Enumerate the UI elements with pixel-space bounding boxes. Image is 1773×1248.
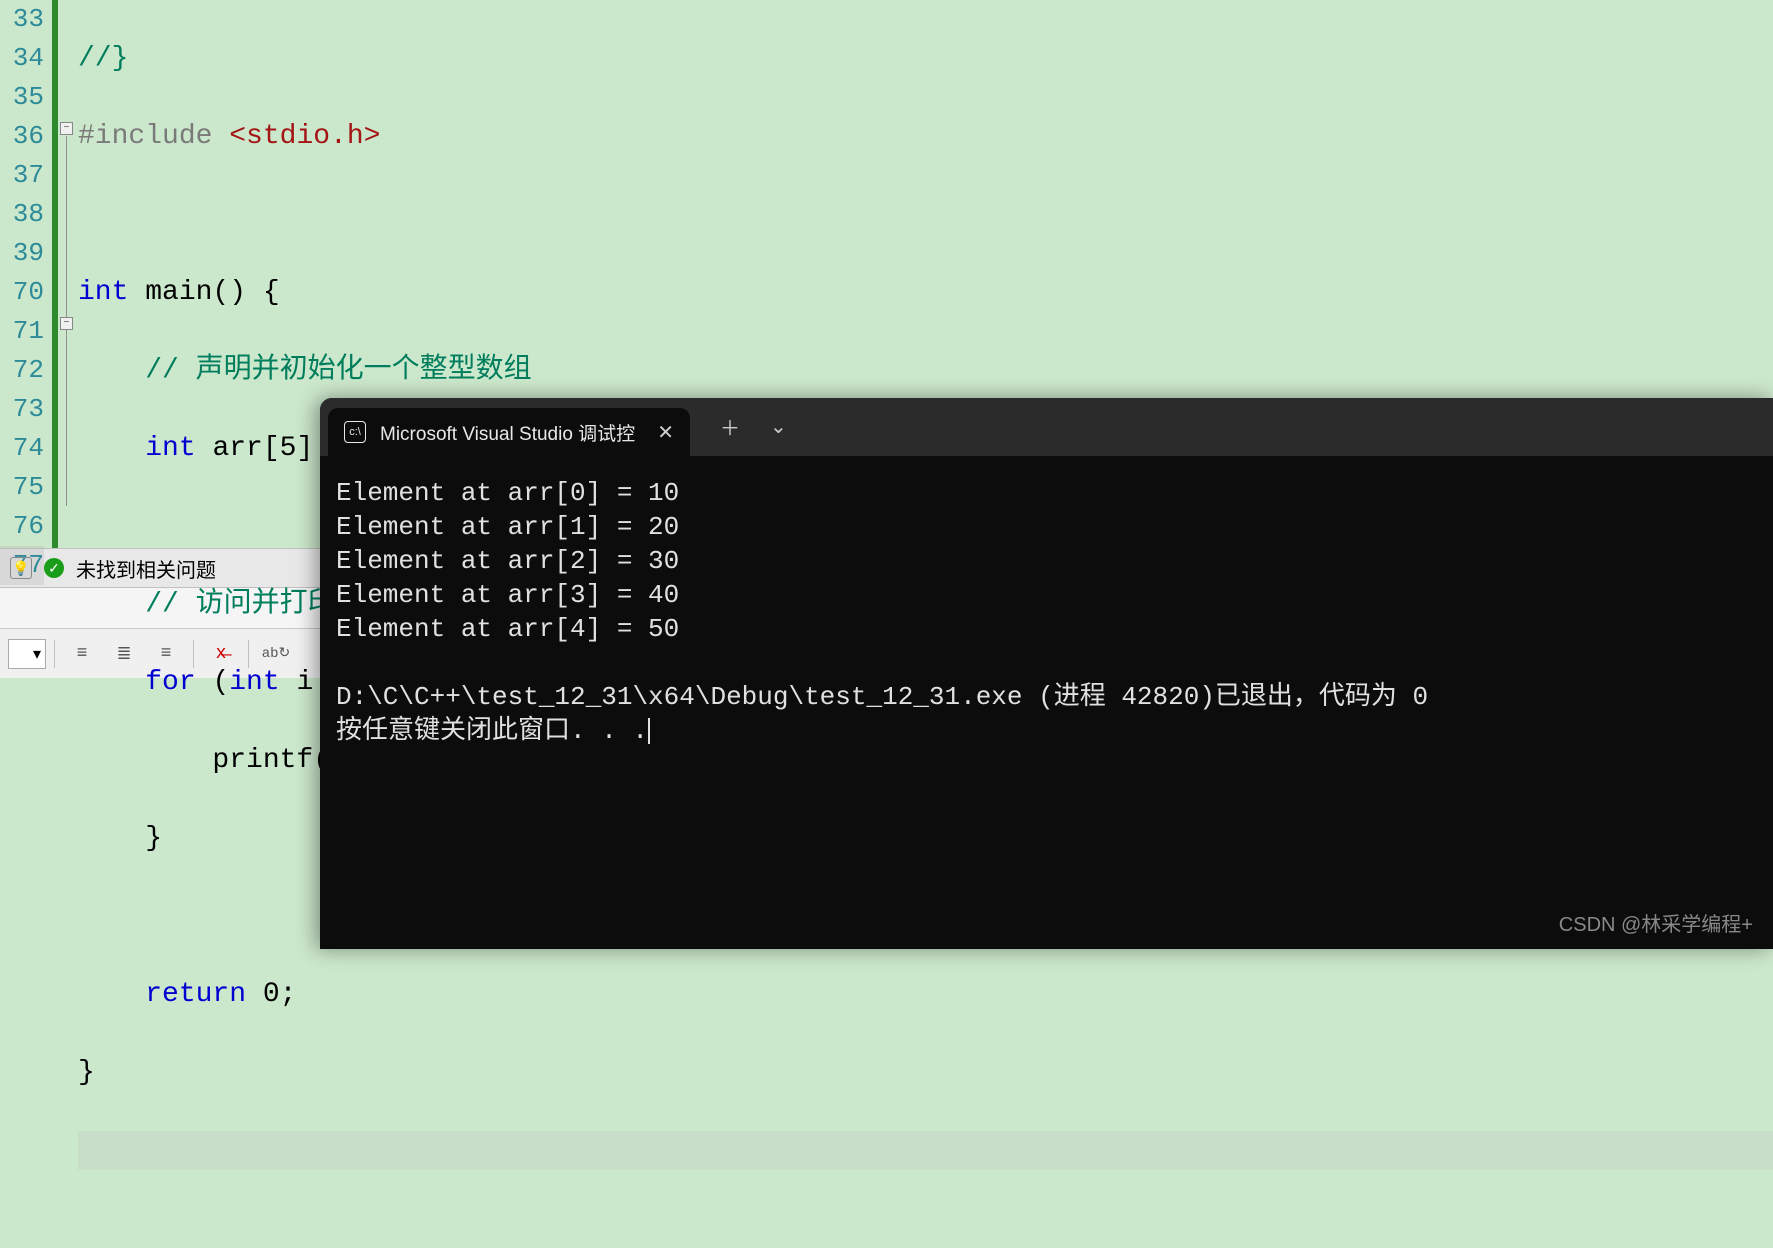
line-number: 36 (0, 117, 44, 156)
terminal-cursor (648, 718, 650, 744)
check-icon: ✓ (44, 558, 64, 578)
close-icon[interactable]: ✕ (657, 420, 674, 445)
line-number: 75 (0, 468, 44, 507)
output-line: Element at arr[3] = 40 (336, 580, 679, 610)
line-number: 71 (0, 312, 44, 351)
toolbar-dropdown[interactable]: ▾ (8, 639, 46, 669)
chevron-down-icon: ▾ (33, 644, 41, 664)
watermark: CSDN @林采学编程+ (1559, 908, 1753, 937)
line-number: 35 (0, 78, 44, 117)
line-number: 34 (0, 39, 44, 78)
output-line: Element at arr[2] = 30 (336, 546, 679, 576)
code-text: ( (196, 667, 230, 698)
line-number: 38 (0, 195, 44, 234)
code-text: } (78, 1057, 95, 1088)
output-line: D:\C\C++\test_12_31\x64\Debug\test_12_31… (336, 682, 1428, 712)
comment: //} (78, 43, 128, 74)
line-number: 37 (0, 156, 44, 195)
new-tab-icon[interactable]: ＋ (720, 412, 740, 442)
code-text: main() { (128, 277, 279, 308)
separator (193, 640, 194, 668)
line-number: 39 (0, 234, 44, 273)
keyword: return (145, 979, 246, 1010)
code-text: printf( (212, 745, 330, 776)
keyword: int (145, 433, 195, 464)
code-text: 0; (246, 979, 296, 1010)
line-number: 76 (0, 507, 44, 546)
strikethrough-icon[interactable]: x̶ (202, 638, 240, 670)
indent-right-icon[interactable]: ≡ (147, 638, 185, 670)
line-number: 70 (0, 273, 44, 312)
keyword: int (229, 667, 279, 698)
output-line: 按任意键关闭此窗口. . . (336, 716, 648, 746)
terminal-tab[interactable]: c:\ Microsoft Visual Studio 调试控 ✕ (328, 408, 690, 456)
terminal-tab-title: Microsoft Visual Studio 调试控 (380, 419, 635, 446)
indent-center-icon[interactable]: ≣ (105, 638, 143, 670)
line-number-gutter: 33 34 35 36 37 38 39 70 71 72 73 74 75 7… (0, 0, 58, 548)
debug-console-window[interactable]: c:\ Microsoft Visual Studio 调试控 ✕ ＋ ⌄ El… (320, 398, 1773, 949)
terminal-tabbar: c:\ Microsoft Visual Studio 调试控 ✕ ＋ ⌄ (320, 398, 1773, 456)
keyword: int (78, 277, 128, 308)
status-text: 未找到相关问题 (76, 554, 216, 583)
indent-left-icon[interactable]: ≡ (63, 638, 101, 670)
line-number: 33 (0, 0, 44, 39)
fold-toggle-icon[interactable]: − (60, 122, 73, 135)
ab-replace-icon[interactable]: ab↻ (257, 638, 295, 670)
lightbulb-icon[interactable]: 💡 (10, 557, 32, 579)
terminal-output[interactable]: Element at arr[0] = 10 Element at arr[1]… (320, 456, 1773, 949)
line-number: 73 (0, 390, 44, 429)
fold-toggle-icon[interactable]: − (60, 317, 73, 330)
separator (54, 640, 55, 668)
output-line: Element at arr[0] = 10 (336, 478, 679, 508)
include-path: <stdio.h> (229, 121, 380, 152)
console-icon: c:\ (344, 421, 366, 443)
output-line: Element at arr[4] = 50 (336, 614, 679, 644)
line-number: 72 (0, 351, 44, 390)
keyword: for (145, 667, 195, 698)
code-text: } (145, 823, 162, 854)
comment: // 声明并初始化一个整型数组 (145, 355, 531, 386)
chevron-down-icon[interactable]: ⌄ (770, 414, 787, 440)
output-line: Element at arr[1] = 20 (336, 512, 679, 542)
preprocessor: #include (78, 121, 229, 152)
separator (248, 640, 249, 668)
line-number: 74 (0, 429, 44, 468)
fold-column: − − (58, 0, 78, 548)
